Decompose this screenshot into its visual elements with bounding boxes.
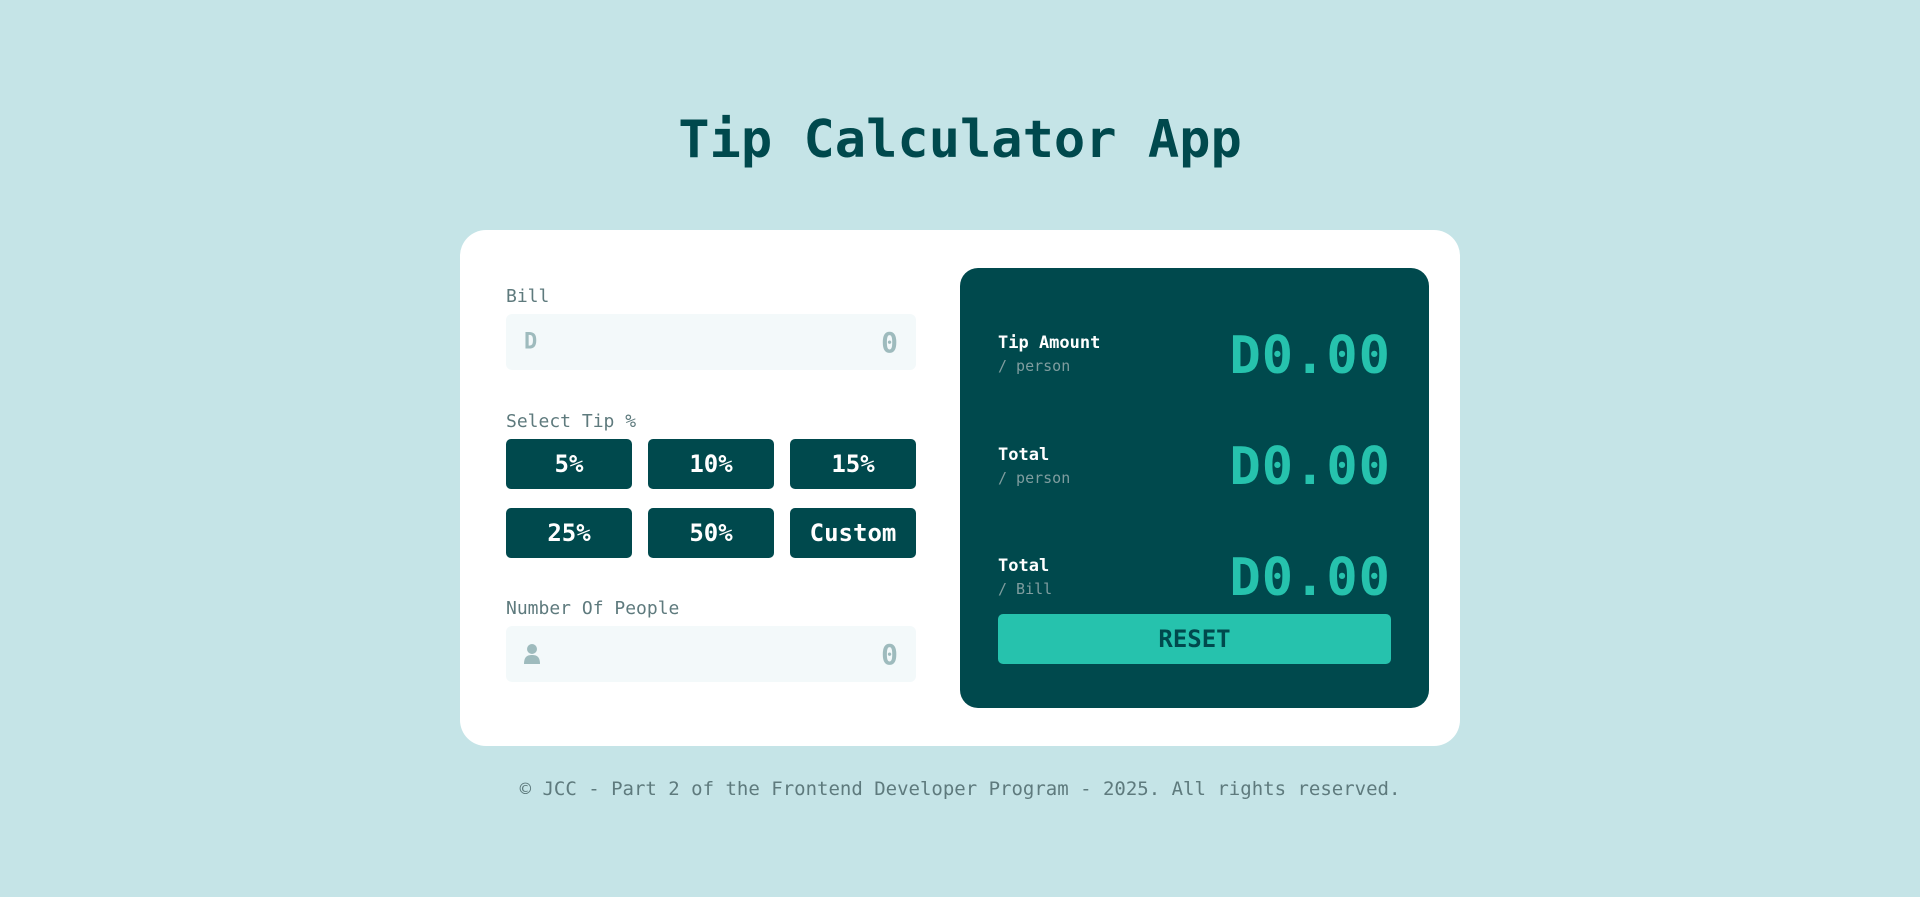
tip-button-15[interactable]: 15% [790,439,916,489]
tip-amount-label: Tip Amount [998,333,1101,353]
total-bill-sub-label: / Bill [998,580,1053,598]
total-bill-label: Total [998,556,1050,576]
tip-amount-sub-label: / person [998,357,1071,375]
tip-button-25[interactable]: 25% [506,508,632,558]
bill-currency-icon: D [524,329,538,355]
reset-button[interactable]: RESET [998,614,1391,664]
tip-button-10[interactable]: 10% [648,439,774,489]
tip-amount-value: D0.00 [1229,326,1391,386]
people-field[interactable] [506,626,916,682]
select-tip-label: Select Tip % [506,411,637,432]
total-bill-value: D0.00 [1229,548,1391,608]
tip-button-5[interactable]: 5% [506,439,632,489]
total-per-person-value: D0.00 [1229,437,1391,497]
bill-label: Bill [506,286,550,307]
total-per-person-sub-label: / person [998,469,1071,487]
calculator-card: Bill D Select Tip % 5% 10% 15% 25% 50% C… [460,230,1460,746]
tip-button-custom[interactable]: Custom [790,508,916,558]
total-per-person-label: Total [998,445,1050,465]
footer-copyright: © JCC - Part 2 of the Frontend Developer… [519,778,1401,800]
results-panel: Tip Amount / person D0.00 Total / person… [960,268,1429,708]
bill-input[interactable] [598,314,898,370]
person-icon [524,643,540,665]
bill-field[interactable]: D [506,314,916,370]
number-of-people-label: Number Of People [506,598,680,619]
page-title: Tip Calculator App [678,110,1242,170]
people-input[interactable] [598,626,898,682]
tip-button-50[interactable]: 50% [648,508,774,558]
